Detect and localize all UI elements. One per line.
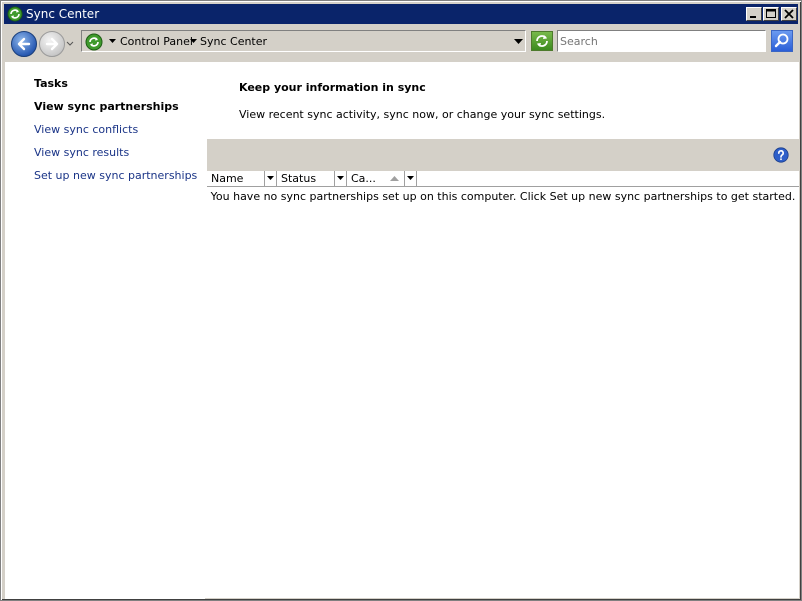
search-icon [774, 33, 789, 48]
chevron-down-icon [337, 176, 344, 180]
address-dropdown-icon[interactable] [514, 38, 523, 45]
help-icon[interactable] [773, 147, 789, 163]
column-filter-dropdown[interactable] [404, 171, 416, 186]
sync-center-window: Sync Center Control Panel Sync Center Se… [0, 0, 802, 601]
column-filter-dropdown[interactable] [264, 171, 276, 186]
refresh-icon [536, 35, 548, 47]
chevron-down-icon [407, 176, 414, 180]
column-filter-dropdown[interactable] [334, 171, 346, 186]
search-box[interactable] [557, 30, 766, 52]
search-input[interactable] [560, 33, 760, 49]
empty-list-message: You have no sync partnerships set up on … [210, 190, 796, 203]
refresh-button[interactable] [531, 31, 553, 51]
column-label: Status [281, 172, 317, 185]
minimize-button[interactable] [746, 7, 762, 21]
forward-button[interactable] [39, 31, 65, 57]
nav-view-sync-results[interactable]: View sync results [34, 146, 129, 159]
column-label: Ca... [351, 172, 376, 185]
column-header-name[interactable]: Name [207, 171, 277, 187]
breadcrumb-chevron-down-icon[interactable] [190, 38, 197, 44]
search-button[interactable] [771, 30, 793, 52]
breadcrumb-sync-center[interactable]: Sync Center [200, 35, 267, 48]
task-pane: Tasks View sync partnerships View sync c… [5, 62, 205, 599]
window-title: Sync Center [26, 7, 100, 21]
close-button[interactable] [781, 7, 797, 21]
recent-pages-dropdown[interactable] [65, 39, 75, 49]
address-bar[interactable]: Control Panel Sync Center [81, 30, 526, 52]
page-title: Keep your information in sync [239, 81, 426, 94]
column-header-category[interactable]: Ca... [347, 171, 417, 187]
back-button[interactable] [11, 31, 37, 57]
column-header-status[interactable]: Status [277, 171, 347, 187]
maximize-icon [766, 9, 776, 18]
nav-set-up-new-sync-partnerships[interactable]: Set up new sync partnerships [34, 169, 197, 182]
sync-center-icon [7, 6, 23, 22]
back-arrow-icon [17, 37, 31, 51]
sort-ascending-icon [390, 176, 399, 181]
nav-view-sync-partnerships: View sync partnerships [34, 100, 179, 113]
command-bar [207, 139, 799, 171]
column-label: Name [211, 172, 244, 185]
chevron-down-icon [267, 176, 274, 180]
breadcrumb-control-panel[interactable]: Control Panel [120, 35, 193, 48]
page-description: View recent sync activity, sync now, or … [239, 108, 606, 121]
forward-arrow-icon [45, 37, 59, 51]
nav-view-sync-conflicts[interactable]: View sync conflicts [34, 123, 138, 136]
sync-center-icon [85, 33, 103, 51]
column-header-row: Name Status Ca... [207, 171, 799, 187]
content-area: Tasks View sync partnerships View sync c… [5, 61, 799, 599]
close-icon [784, 9, 794, 19]
title-bar[interactable]: Sync Center [4, 4, 798, 24]
navigation-toolbar: Control Panel Sync Center [5, 25, 799, 60]
maximize-button[interactable] [763, 7, 779, 21]
breadcrumb-chevron-down-icon[interactable] [109, 38, 116, 44]
minimize-icon [750, 16, 756, 18]
tasks-heading: Tasks [34, 77, 68, 90]
